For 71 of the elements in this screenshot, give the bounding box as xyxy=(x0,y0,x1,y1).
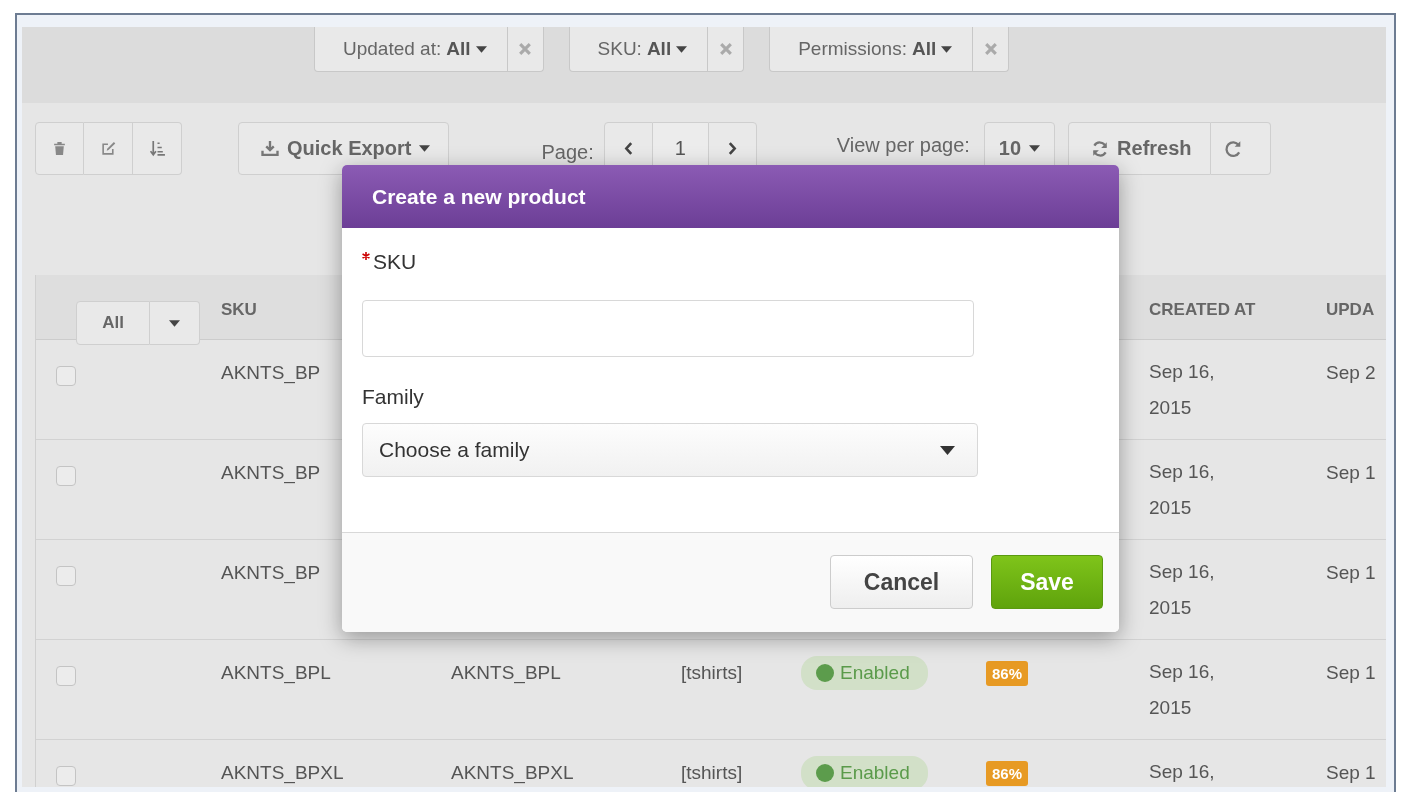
table-cell-text: Sep 16, 2015 xyxy=(1149,460,1216,520)
dialog-title: Create a new product xyxy=(372,184,586,209)
table-cell: AKNTS_BPXL xyxy=(451,762,574,783)
refresh-icon xyxy=(1091,139,1110,158)
caret-icon xyxy=(475,45,487,53)
table-cell: AKNTS_BP xyxy=(221,562,321,583)
close-icon xyxy=(719,43,732,55)
sort-icon xyxy=(149,140,165,157)
row-checkbox[interactable] xyxy=(56,666,76,686)
caret-icon xyxy=(1029,145,1041,152)
table-cell: AKNTS_BPL xyxy=(221,662,331,683)
save-button[interactable]: Save xyxy=(991,555,1103,609)
download-icon xyxy=(261,141,279,156)
field-label: Family xyxy=(362,385,425,409)
close-icon xyxy=(519,43,532,55)
table-cell: AKNTS_BP xyxy=(221,362,321,383)
completeness-badge: 86% xyxy=(986,761,1029,786)
table-cell-text: Sep 16, xyxy=(1149,760,1216,784)
field-label: SKU xyxy=(362,250,1119,274)
table-cell: AKNTS_BPL xyxy=(451,662,561,683)
caret-icon xyxy=(941,45,953,53)
table-cell: [tshirts] xyxy=(681,762,743,783)
completeness-badge: 86% xyxy=(986,661,1029,686)
edit-button[interactable] xyxy=(84,122,133,175)
table-cell: AKNTS_BP xyxy=(221,462,321,483)
sort-button[interactable] xyxy=(133,122,182,175)
remove-filter-button[interactable] xyxy=(708,27,745,72)
circular-arrow-icon xyxy=(1224,139,1241,158)
filter-dropdown[interactable]: Updated at: All xyxy=(314,27,508,72)
family-select[interactable]: Choose a family xyxy=(362,423,978,477)
row-checkbox[interactable] xyxy=(56,366,76,386)
column-header[interactable]: CREATED AT xyxy=(1129,300,1306,320)
filter-dropdown[interactable]: Permissions: All xyxy=(769,27,974,72)
table-cell-text: Sep 1 xyxy=(1326,561,1376,585)
caret-icon xyxy=(419,145,431,152)
chevron-left-icon xyxy=(623,142,633,155)
cancel-button[interactable]: Cancel xyxy=(830,555,973,609)
table-cell-text: Sep 1 xyxy=(1326,661,1376,685)
per-page-label: View per page: xyxy=(836,134,970,157)
table-cell-text: Sep 16, 2015 xyxy=(1149,360,1216,420)
table-cell-text: Sep 1 xyxy=(1326,761,1376,785)
table-cell: [tshirts] xyxy=(681,662,743,683)
select-dropdown-button[interactable] xyxy=(150,301,200,345)
quick-export-button[interactable]: Quick Export xyxy=(238,122,450,175)
table-cell-text: Sep 16, 2015 xyxy=(1149,660,1216,720)
row-checkbox[interactable] xyxy=(56,766,76,786)
status-pill: Enabled xyxy=(801,656,928,690)
column-header[interactable]: UPDA xyxy=(1306,300,1386,320)
table-cell-text: Sep 1 xyxy=(1326,461,1376,485)
caret-icon xyxy=(940,445,955,455)
row-checkbox[interactable] xyxy=(56,566,76,586)
delete-button[interactable] xyxy=(35,122,84,175)
close-icon xyxy=(984,43,997,55)
remove-filter-button[interactable] xyxy=(973,27,1010,72)
table-cell-text: Sep 16, 2015 xyxy=(1149,560,1216,620)
remove-filter-button[interactable] xyxy=(507,27,544,72)
caret-icon xyxy=(169,319,180,327)
table-cell: AKNTS_BPXL xyxy=(221,762,344,783)
edit-icon xyxy=(100,141,116,156)
select-all-button[interactable]: All xyxy=(76,301,150,345)
filter-dropdown[interactable]: SKU: All xyxy=(568,27,709,72)
table-cell-text: Sep 2 xyxy=(1326,361,1376,385)
sku-input-field[interactable] xyxy=(362,300,974,357)
chevron-right-icon xyxy=(727,142,737,155)
refresh-button[interactable]: Refresh xyxy=(1068,122,1211,175)
page-label: Page: xyxy=(541,141,594,164)
row-checkbox[interactable] xyxy=(56,466,76,486)
status-pill: Enabled xyxy=(801,756,928,787)
caret-icon xyxy=(676,45,688,53)
trash-icon xyxy=(53,141,66,156)
reset-button[interactable] xyxy=(1210,122,1271,175)
